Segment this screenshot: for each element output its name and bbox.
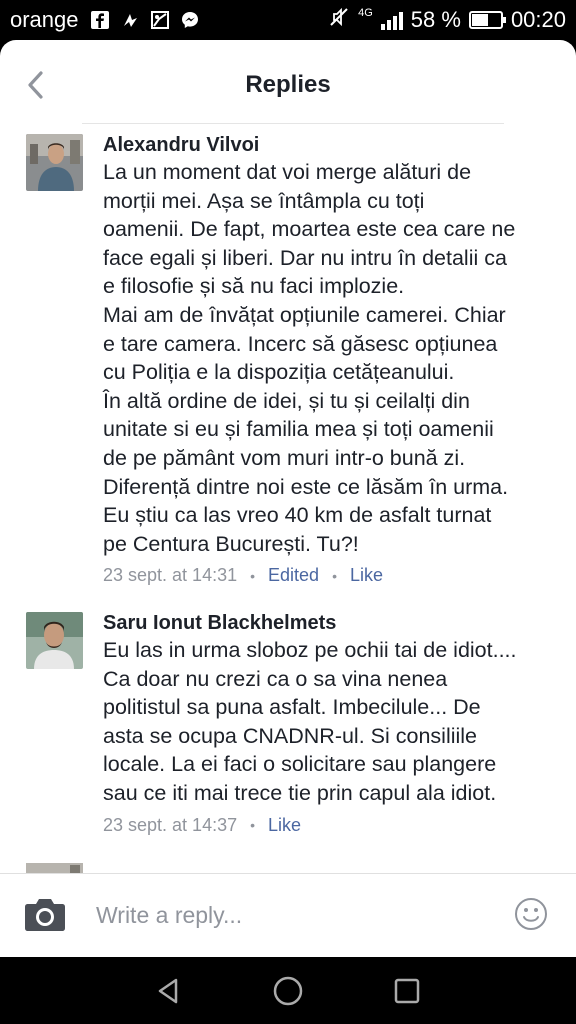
header: Replies xyxy=(0,40,576,126)
mute-icon xyxy=(328,6,350,34)
nav-recents-button[interactable] xyxy=(387,971,427,1011)
header-divider xyxy=(82,123,504,124)
battery-percent: 58 % xyxy=(410,7,461,32)
carrier-name: orange xyxy=(10,7,79,32)
like-button[interactable]: Like xyxy=(350,565,383,586)
camera-icon xyxy=(25,899,65,931)
battery-icon xyxy=(468,11,506,29)
separator-dot: • xyxy=(332,567,337,584)
separator-dot: • xyxy=(250,817,256,834)
network-type: 4G xyxy=(358,7,373,19)
separator-dot: • xyxy=(250,567,256,584)
nav-home-button[interactable] xyxy=(268,971,308,1011)
avatar[interactable] xyxy=(26,134,83,191)
gallery-icon xyxy=(149,9,171,31)
comment-meta: 23 sept. at 14:31 • Edited • Like xyxy=(103,565,536,586)
avatar[interactable] xyxy=(26,612,83,669)
smiley-icon xyxy=(515,898,547,930)
navigation-bar xyxy=(0,957,576,1024)
comment-author[interactable]: Saru Ionut Blackhelmets xyxy=(103,612,536,634)
messenger-icon xyxy=(179,9,201,31)
recents-square-icon xyxy=(394,978,419,1003)
comment-author[interactable]: Alexandru Vilvoi xyxy=(103,134,536,156)
replies-sheet: Replies Alexandru Vilvoi La un moment da… xyxy=(0,40,576,957)
page-title: Replies xyxy=(245,71,331,98)
comment-timestamp: 23 sept. at 14:31 xyxy=(103,565,238,586)
comment-text: Eu las in urma sloboz pe ochii tai de id… xyxy=(103,638,517,805)
like-button[interactable]: Like xyxy=(268,815,301,836)
comment-meta: 23 sept. at 14:37 • Like xyxy=(103,815,536,836)
home-circle-icon xyxy=(273,976,303,1005)
notification-icon xyxy=(119,9,141,31)
status-bar: orange 4G 58 % 00:20 xyxy=(0,0,576,40)
camera-button[interactable] xyxy=(24,896,66,932)
comment-timestamp: 23 sept. at 14:37 xyxy=(103,814,238,835)
emoji-button[interactable] xyxy=(514,897,548,931)
signal-icon xyxy=(380,10,403,30)
back-triangle-icon xyxy=(159,978,178,1003)
facebook-icon xyxy=(89,9,111,31)
battery-fill xyxy=(471,14,489,26)
edited-link[interactable]: Edited xyxy=(268,565,319,586)
comment-text: La un moment dat voi merge alături de mo… xyxy=(103,160,516,556)
reply-composer xyxy=(0,873,576,957)
clock: 00:20 xyxy=(510,7,566,32)
reply-input[interactable] xyxy=(96,898,476,932)
nav-back-button[interactable] xyxy=(149,971,189,1011)
